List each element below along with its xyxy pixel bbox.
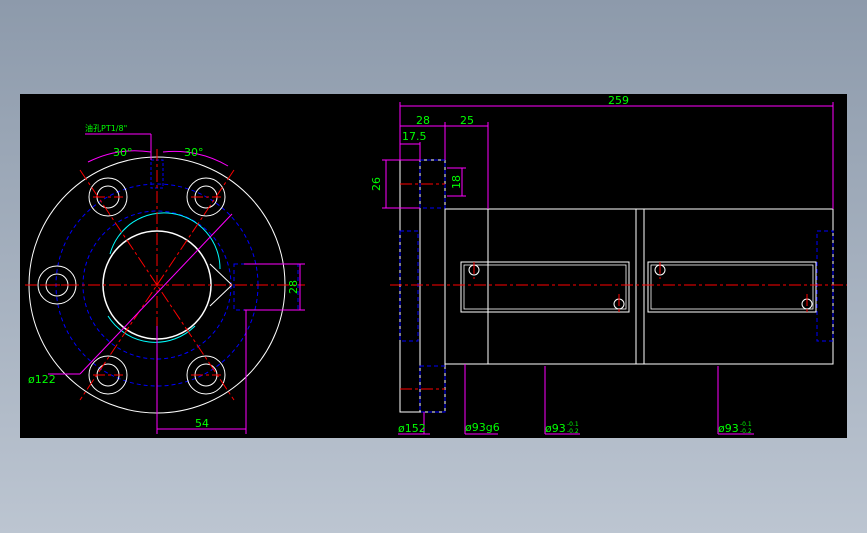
dim-17-5-label: 17.5 [402, 130, 427, 143]
side-dimensions [382, 102, 834, 435]
side-centerlines [390, 183, 847, 390]
svg-text:ø93: ø93 [718, 422, 739, 435]
cad-drawing-canvas: 油孔PT1/8" 30° 30° 28 54 ø122 259 28 25 17… [20, 94, 847, 438]
dim-25-label: 25 [460, 114, 474, 127]
dim-26-label: 26 [370, 177, 383, 191]
angle-right-label: 30° [184, 146, 204, 159]
svg-text:-0.2: -0.2 [567, 428, 579, 435]
dia-93g6-label: ø93g6 [465, 421, 500, 434]
main-body-section-2 [643, 208, 834, 365]
oil-hole-label: 油孔PT1/8" [85, 123, 127, 133]
dim-28-vertical-label: 28 [287, 280, 300, 294]
dim-28-label: 28 [416, 114, 430, 127]
dim-54-label: 54 [195, 417, 209, 430]
dia-93-nut2-label: ø93 -0.1 -0.2 [718, 421, 752, 435]
return-tube-1 [460, 261, 630, 313]
svg-text:ø93: ø93 [545, 422, 566, 435]
svg-text:-0.1: -0.1 [740, 421, 752, 428]
dia-93-nut1-label: ø93 -0.1 -0.2 [545, 421, 579, 435]
side-view: 259 28 25 17.5 26 18 ø152 ø93g6 ø93 -0.1… [370, 94, 847, 435]
front-centerlines [25, 149, 305, 424]
main-body-section-1 [444, 208, 637, 365]
dim-diameter-122-label: ø122 [28, 373, 56, 386]
dia-152-label: ø152 [398, 422, 426, 435]
dim-18-label: 18 [450, 175, 463, 189]
dim-259-label: 259 [608, 94, 629, 107]
drawing-svg: 油孔PT1/8" 30° 30° 28 54 ø122 259 28 25 17… [25, 94, 847, 435]
svg-text:-0.2: -0.2 [740, 428, 752, 435]
flange-body [399, 159, 446, 413]
angle-left-label: 30° [113, 146, 133, 159]
front-view: 油孔PT1/8" 30° 30° 28 54 ø122 [25, 123, 305, 434]
return-tube-2 [647, 261, 817, 313]
svg-text:-0.1: -0.1 [567, 421, 579, 428]
